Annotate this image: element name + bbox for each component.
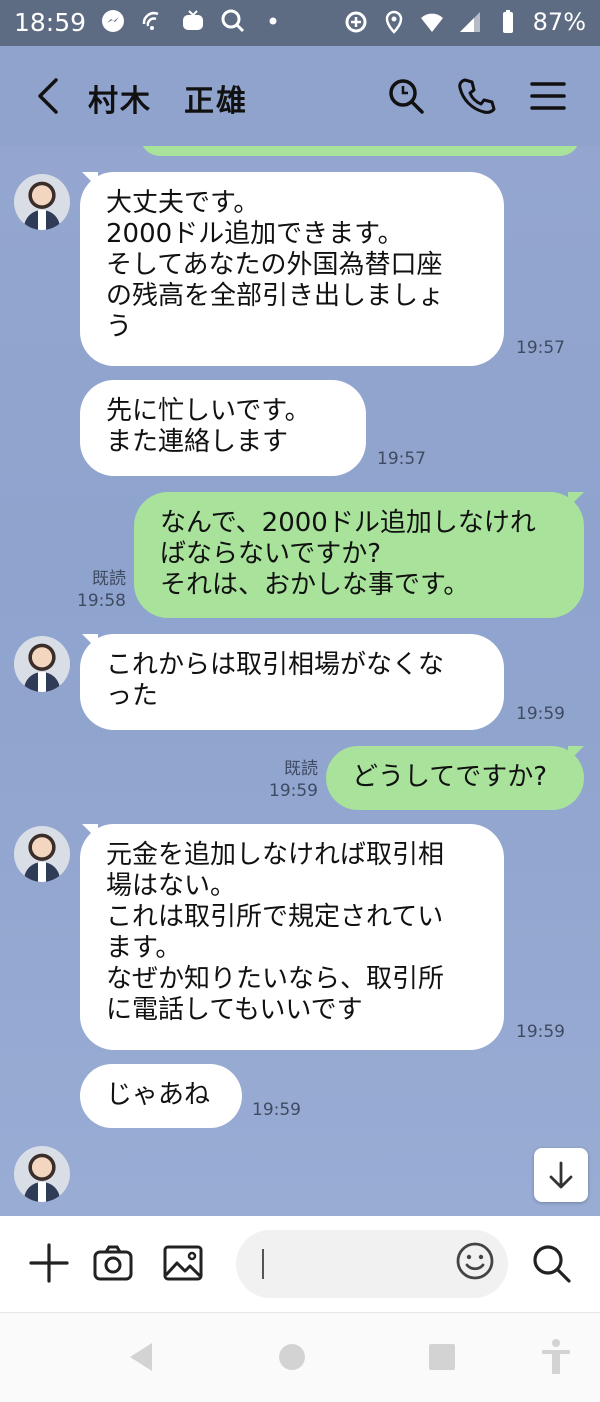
system-nav-bar: [0, 1312, 600, 1402]
volte-icon: [142, 11, 159, 30]
menu-icon[interactable]: [528, 76, 568, 116]
search-icon[interactable]: [530, 1242, 572, 1284]
phone-icon[interactable]: [456, 76, 496, 116]
chevron-left-icon[interactable]: [30, 76, 66, 116]
message-time: 19:59: [516, 1022, 565, 1042]
home-nav-icon[interactable]: [272, 1337, 312, 1377]
location-icon: [385, 10, 402, 34]
message-bubble-out[interactable]: どうしてですか?: [326, 746, 584, 810]
arrow-down-icon: [549, 1161, 573, 1189]
battery-percent: 87%: [532, 8, 586, 36]
previous-message-bubble: [140, 146, 580, 156]
message-bubble-in[interactable]: 大丈夫です。 2000ドル追加できます。 そしてあなたの外国為替口座 の残高を全…: [80, 172, 504, 366]
smile-icon[interactable]: [454, 1240, 496, 1282]
image-icon[interactable]: [162, 1242, 204, 1284]
chat-messages[interactable]: 大丈夫です。 2000ドル追加できます。 そしてあなたの外国為替口座 の残高を全…: [0, 146, 600, 1216]
message-bubble-in[interactable]: 元金を追加しなければ取引相 場はない。 これは取引所で規定されてい ます。 なぜ…: [80, 824, 504, 1050]
message-bubble-in[interactable]: じゃあね: [80, 1064, 242, 1128]
accessibility-icon[interactable]: [536, 1337, 576, 1377]
signal-icon: [459, 12, 480, 32]
search-status-icon: [221, 9, 245, 33]
dot-icon: [269, 17, 277, 25]
read-receipt: 既読 19:58: [77, 569, 126, 611]
message-time: 19:59: [252, 1100, 301, 1120]
message-input-bar: [0, 1216, 600, 1312]
scroll-down-button[interactable]: [534, 1148, 588, 1202]
message-bubble-out[interactable]: なんで、2000ドル追加しなけれ ばならないですか? それは、おかしな事です。: [134, 492, 584, 618]
recents-nav-icon[interactable]: [422, 1337, 462, 1377]
messenger-icon: [102, 10, 124, 32]
data-saver-icon: [345, 11, 367, 33]
tv-icon: [183, 10, 203, 30]
message-bubble-in[interactable]: 先に忙しいです。 また連絡します: [80, 380, 366, 476]
message-time: 19:59: [516, 704, 565, 724]
battery-icon: [502, 10, 513, 33]
message-time: 19:57: [377, 449, 426, 469]
chat-header: 村木 正雄: [0, 46, 600, 146]
avatar[interactable]: [14, 174, 70, 230]
avatar[interactable]: [14, 636, 70, 692]
back-nav-icon[interactable]: [122, 1337, 162, 1377]
status-time: 18:59: [14, 8, 87, 37]
read-receipt: 既読 19:59: [269, 759, 318, 801]
message-time: 19:57: [516, 338, 565, 358]
status-bar: 18:59 87%: [0, 0, 600, 46]
wifi-icon: [420, 13, 443, 32]
avatar[interactable]: [14, 826, 70, 882]
contact-name: 村木 正雄: [88, 84, 248, 119]
camera-icon[interactable]: [92, 1242, 134, 1284]
bubble-tail: [568, 746, 584, 762]
bubble-tail: [568, 492, 584, 508]
avatar[interactable]: [14, 1146, 70, 1202]
search-icon[interactable]: [386, 76, 426, 116]
notification-icons: [100, 8, 286, 34]
text-cursor: [262, 1249, 264, 1279]
message-bubble-in[interactable]: これからは取引相場がなくな った: [80, 634, 504, 730]
system-icons: 87%: [343, 8, 586, 36]
plus-icon[interactable]: [28, 1242, 70, 1284]
